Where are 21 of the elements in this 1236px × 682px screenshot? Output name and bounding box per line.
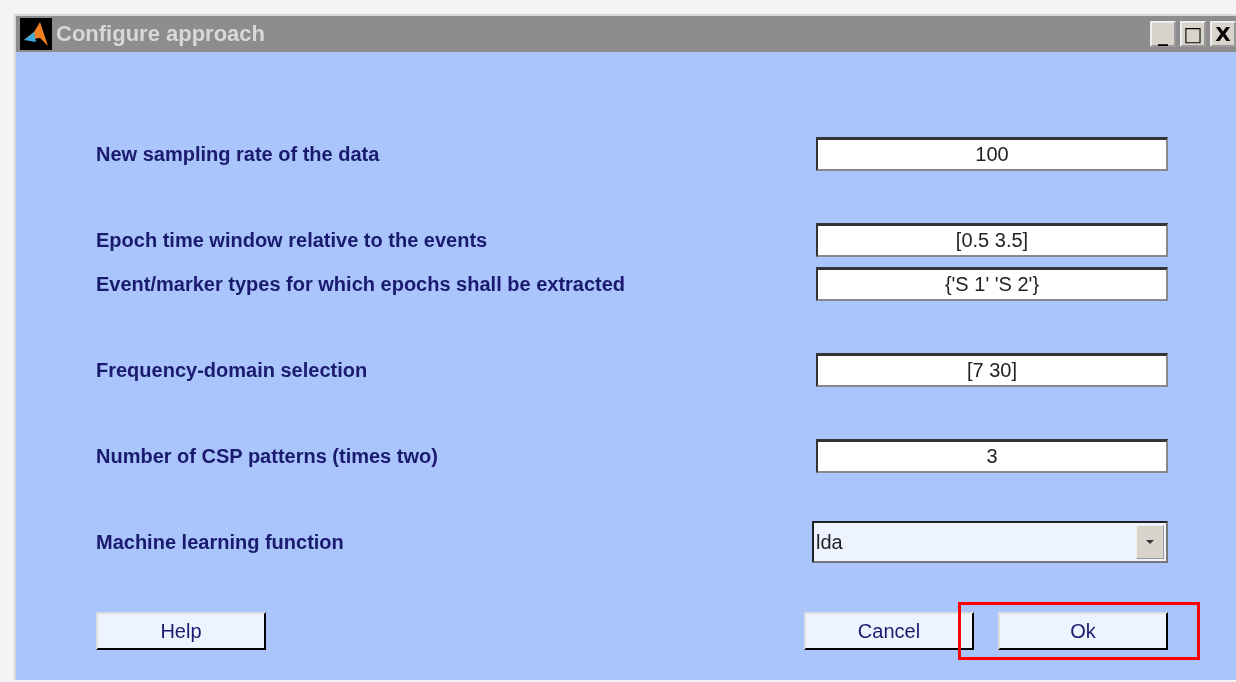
- setting-label: Event/marker types for which epochs shall be extracted: [96, 272, 626, 296]
- setting-label: Number of CSP patterns (times two): [96, 444, 438, 468]
- input-field[interactable]: [0.5 3.5]: [816, 223, 1168, 257]
- dialog-button[interactable]: Ok: [998, 612, 1168, 650]
- input-field[interactable]: 100: [816, 137, 1168, 171]
- window-title: Configure approach: [56, 21, 266, 47]
- input-field[interactable]: 3: [816, 439, 1168, 473]
- setting-label: Machine learning function: [96, 530, 344, 554]
- setting-label: Epoch time window relative to the events: [96, 228, 488, 252]
- window-control[interactable]: X: [1210, 21, 1236, 47]
- dropdown[interactable]: lda: [812, 521, 1168, 563]
- input-field[interactable]: [7 30]: [816, 353, 1168, 387]
- caret-icon: [1136, 525, 1164, 559]
- dialog-button[interactable]: Cancel: [804, 612, 974, 650]
- window-control[interactable]: □: [1180, 21, 1206, 47]
- dialog-button[interactable]: Help: [96, 612, 266, 650]
- input-field[interactable]: {'S 1' 'S 2'}: [816, 267, 1168, 301]
- setting-label: Frequency-domain selection: [96, 358, 368, 382]
- window-control[interactable]: _: [1150, 21, 1176, 47]
- app-logo-icon: [20, 18, 52, 50]
- setting-label: New sampling rate of the data: [96, 142, 380, 166]
